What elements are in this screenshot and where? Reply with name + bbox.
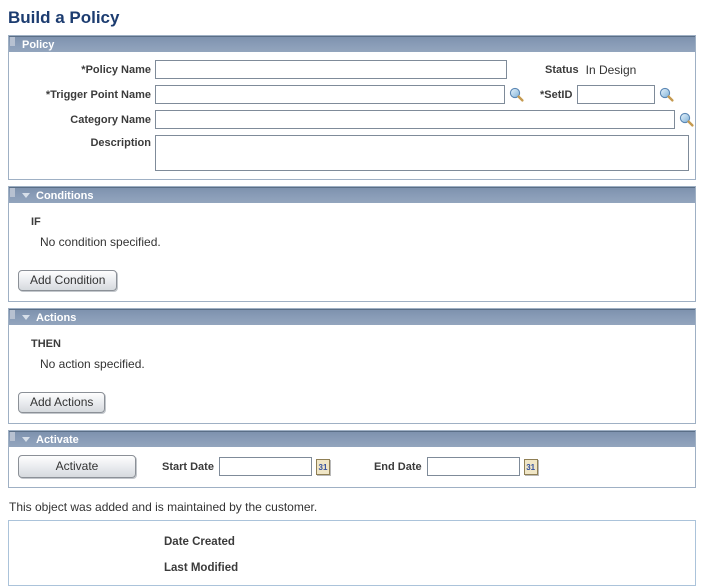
conditions-body: IF No condition specified. Add Condition xyxy=(9,203,695,301)
actions-empty-text: No action specified. xyxy=(40,357,145,371)
metadata-box: Date Created Last Modified xyxy=(8,520,696,586)
trigger-point-label: *Trigger Point Name xyxy=(45,88,151,101)
end-date-calendar-icon[interactable]: 31 xyxy=(523,458,538,475)
start-date-calendar-icon[interactable]: 31 xyxy=(315,458,330,475)
conditions-keyword: IF xyxy=(31,216,41,228)
trigger-point-input[interactable] xyxy=(155,85,505,104)
description-row: Description xyxy=(9,135,695,171)
policy-groupbox: Policy *Policy Name Status In Design *Tr… xyxy=(8,35,696,180)
policy-name-label: *Policy Name xyxy=(81,63,151,76)
end-date-label: End Date xyxy=(373,460,422,473)
activate-body: Activate Start Date 31 End Date 31 xyxy=(9,447,695,487)
last-modified-label: Last Modified xyxy=(164,562,239,574)
setid-lookup-icon[interactable] xyxy=(658,86,675,103)
add-condition-button[interactable]: Add Condition xyxy=(18,270,118,291)
policy-header-label: Policy xyxy=(22,38,55,51)
page-title: Build a Policy xyxy=(8,8,120,27)
actions-header-label: Actions xyxy=(36,311,77,324)
category-lookup-icon[interactable] xyxy=(678,111,695,128)
activate-header-label: Activate xyxy=(36,433,79,446)
actions-header-bar[interactable]: Actions xyxy=(9,309,695,325)
conditions-groupbox: Conditions IF No condition specified. Ad… xyxy=(8,186,696,302)
header-notch xyxy=(10,37,15,46)
status-label: Status xyxy=(545,63,579,76)
category-label: Category Name xyxy=(70,113,151,126)
trigger-point-lookup-icon[interactable] xyxy=(508,86,525,103)
date-created-label: Date Created xyxy=(164,536,235,548)
trigger-point-row: *Trigger Point Name *SetID xyxy=(9,85,695,104)
start-date-label: Start Date xyxy=(162,460,214,473)
actions-body: THEN No action specified. Add Actions xyxy=(9,325,695,423)
page: Build a Policy Policy *Policy Name Statu… xyxy=(0,0,704,586)
activate-groupbox: Activate Activate Start Date 31 End Date… xyxy=(8,430,696,488)
conditions-header-label: Conditions xyxy=(36,189,94,202)
activate-header-bar[interactable]: Activate xyxy=(9,431,695,447)
policy-name-input[interactable] xyxy=(155,60,507,79)
start-date-input[interactable] xyxy=(218,457,312,476)
setid-input[interactable] xyxy=(577,85,656,104)
conditions-empty-text: No condition specified. xyxy=(40,235,161,249)
setid-label: *SetID xyxy=(540,88,573,101)
activate-button[interactable]: Activate xyxy=(18,455,136,478)
end-date-input[interactable] xyxy=(426,457,520,476)
actions-groupbox: Actions THEN No action specified. Add Ac… xyxy=(8,308,696,424)
collapse-arrow-icon[interactable] xyxy=(22,315,30,320)
header-notch xyxy=(10,188,15,197)
actions-keyword: THEN xyxy=(31,338,61,350)
policy-header-bar: Policy xyxy=(9,36,695,52)
maintained-note: This object was added and is maintained … xyxy=(9,500,318,514)
description-label: Description xyxy=(90,137,151,149)
header-notch xyxy=(10,432,15,441)
policy-name-row: *Policy Name Status In Design xyxy=(9,60,695,79)
policy-body: *Policy Name Status In Design *Trigger P… xyxy=(9,52,695,179)
add-actions-button[interactable]: Add Actions xyxy=(18,392,106,413)
header-notch xyxy=(10,310,15,319)
conditions-header-bar[interactable]: Conditions xyxy=(9,187,695,203)
collapse-arrow-icon[interactable] xyxy=(22,193,30,198)
status-value: In Design xyxy=(585,62,637,77)
description-textarea[interactable] xyxy=(155,135,689,171)
collapse-arrow-icon[interactable] xyxy=(22,437,30,442)
category-input[interactable] xyxy=(155,110,675,129)
category-row: Category Name xyxy=(9,110,695,129)
